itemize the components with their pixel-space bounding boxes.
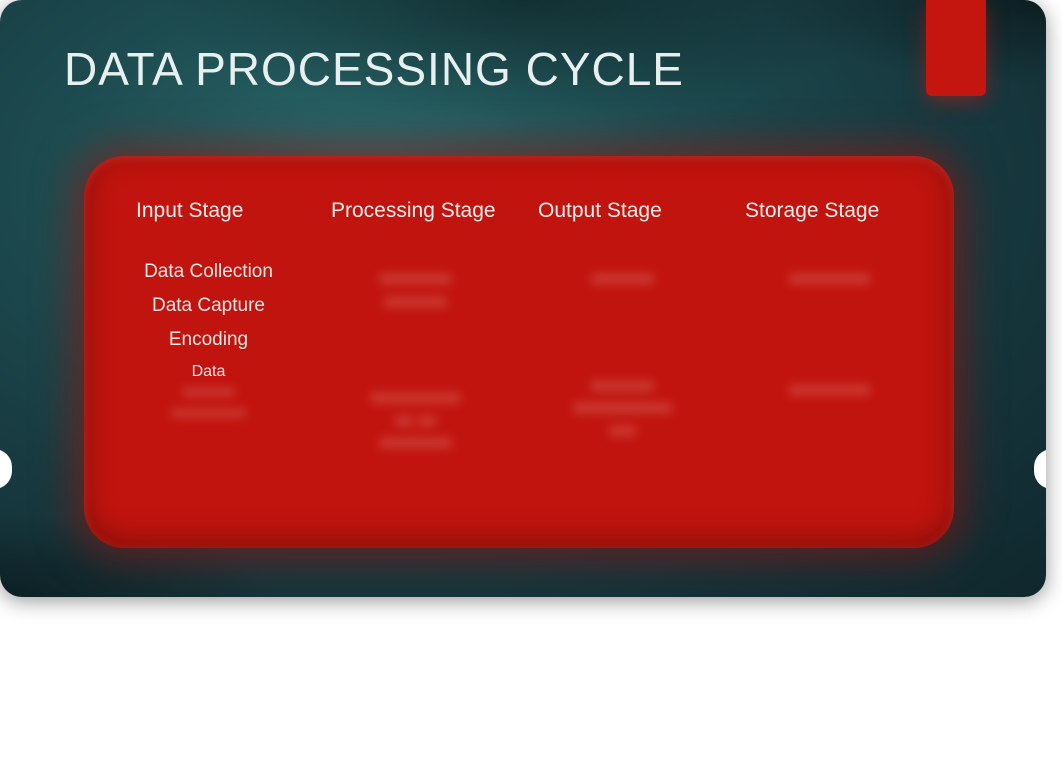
column-body: xxxxxxx xxxxxxxxxxxxxxxxxxxxx (528, 253, 717, 528)
blurred-text: xxxxxxx (532, 261, 713, 296)
list-item: Data Collection (114, 261, 303, 283)
column-input-stage: Input Stage Data Collection Data Capture… (114, 184, 303, 528)
column-storage-stage: Storage Stage xxxxxxxxx xxxxxxxxx (735, 184, 924, 528)
column-header: Storage Stage (735, 184, 924, 253)
column-header: Output Stage (528, 184, 717, 253)
column-header: Processing Stage (321, 184, 510, 253)
columns-row: Input Stage Data Collection Data Capture… (84, 156, 954, 548)
list-item: Data (114, 363, 303, 381)
column-body: Data Collection Data Capture Encoding Da… (114, 253, 303, 528)
slide-notch-right (1034, 449, 1046, 489)
column-body: xxxxxxxxx xxxxxxxxx (735, 253, 924, 528)
slide-container: DATA PROCESSING CYCLE Input Stage Data C… (0, 0, 1046, 597)
list-item: Data Capture (114, 295, 303, 317)
corner-badge (926, 0, 986, 96)
blurred-text: xxxxxxx (114, 383, 303, 402)
blurred-text: xxxxxxxxxxxxxxxxxxxxx (532, 368, 713, 448)
column-output-stage: Output Stage xxxxxxx xxxxxxxxxxxxxxxxxxx… (528, 184, 717, 528)
blurred-text: xxxxxxxxx (739, 372, 920, 407)
slide-notch-left (0, 449, 12, 489)
blurred-text: xxxxxxxxx (739, 261, 920, 296)
list-item: Encoding (114, 329, 303, 351)
column-body: xxxxxxxxxxxxxxx xxxxxxxxxxxx xxxxxxxxxx (321, 253, 510, 528)
column-processing-stage: Processing Stage xxxxxxxxxxxxxxx xxxxxxx… (321, 184, 510, 528)
column-header: Input Stage (114, 184, 303, 253)
blurred-text: xxxxxxxxxxxxxxx (325, 261, 506, 318)
content-panel: Input Stage Data Collection Data Capture… (84, 156, 954, 548)
slide-title: DATA PROCESSING CYCLE (64, 42, 684, 96)
blurred-text: xxxxxxxxxx (114, 404, 303, 423)
blurred-text: xxxxxxxxxxxx xxxxxxxxxx (325, 380, 506, 460)
